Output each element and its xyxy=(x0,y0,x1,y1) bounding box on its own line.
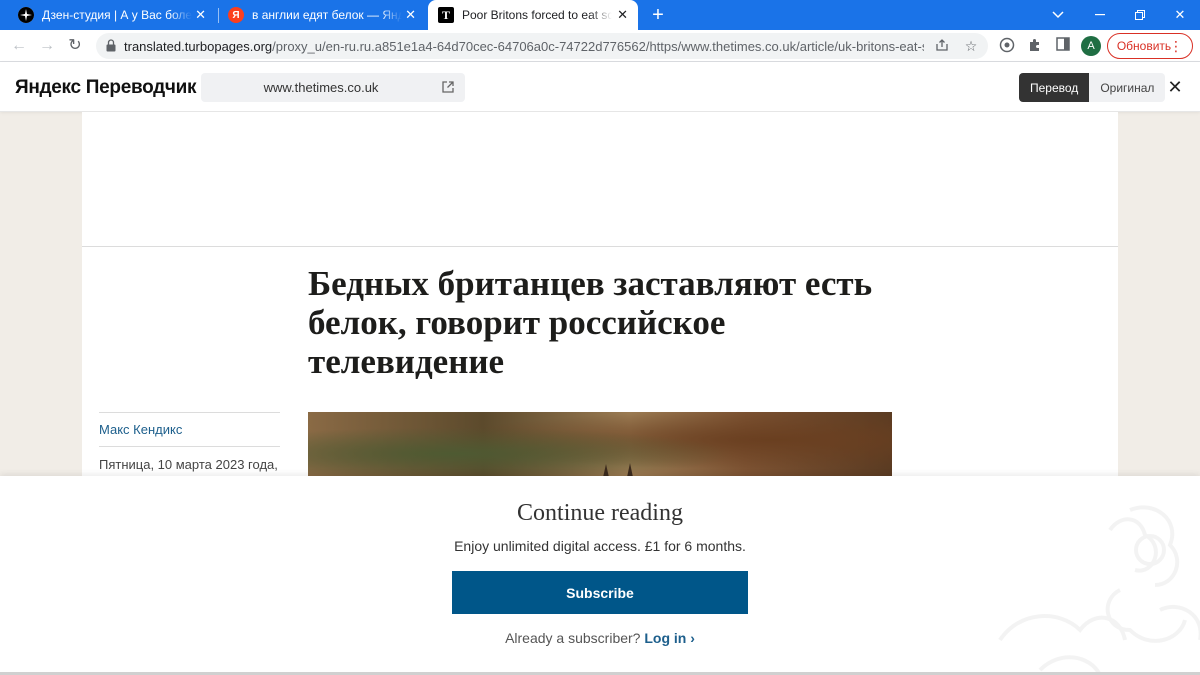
reload-icon[interactable]: ↻ xyxy=(65,36,85,56)
puzzle-extensions-icon[interactable] xyxy=(1026,37,1044,55)
back-arrow-icon[interactable]: ← xyxy=(9,36,29,56)
tab-search-chevron-icon[interactable] xyxy=(1036,0,1080,30)
zen-icon xyxy=(18,7,34,23)
close-icon[interactable]: ✕ xyxy=(195,8,206,21)
bookmark-star-icon[interactable]: ☆ xyxy=(963,38,979,54)
article-headline: Бедных британцев заставляют есть белок, … xyxy=(308,264,873,381)
tab-title: Poor Britons forced to eat squirre xyxy=(462,8,612,22)
ad-slot xyxy=(82,112,1118,247)
avatar[interactable]: A xyxy=(1081,36,1101,56)
already-subscriber-text: Already a subscriber? xyxy=(505,630,641,646)
article-photo xyxy=(308,412,892,482)
tab-title: в англии едят белок — Яндекс: xyxy=(252,8,402,22)
yandex-icon: Я xyxy=(228,7,244,23)
browser-toolbar: ← → ↻ translated.turbopages.org/proxy_u/… xyxy=(0,30,1200,62)
translation-mode-switch: Перевод Оригинал xyxy=(1019,73,1166,102)
translator-bar: Яндекс Переводчик www.thetimes.co.uk Пер… xyxy=(0,62,1200,112)
url-host: translated.turbopages.org xyxy=(124,39,273,54)
divider xyxy=(99,446,280,447)
minimize-icon[interactable] xyxy=(1078,0,1122,30)
address-bar[interactable]: translated.turbopages.org/proxy_u/en-ru.… xyxy=(96,33,988,59)
mode-translate-button[interactable]: Перевод xyxy=(1019,73,1090,102)
extension-icon[interactable] xyxy=(998,37,1016,55)
more-vertical-icon: ⋮ xyxy=(1169,38,1183,54)
url-path: /proxy_u/en-ru.ru.a851e1a4-64d70cec-6470… xyxy=(272,39,924,54)
translated-site-url: www.thetimes.co.uk xyxy=(263,80,379,95)
paywall-title: Continue reading xyxy=(517,500,683,526)
forward-arrow-icon[interactable]: → xyxy=(37,36,57,56)
login-label: Log in xyxy=(644,630,687,646)
translated-site-field[interactable]: www.thetimes.co.uk xyxy=(201,73,465,102)
url-text[interactable]: translated.turbopages.org/proxy_u/en-ru.… xyxy=(124,39,924,54)
lock-icon[interactable] xyxy=(106,39,116,52)
paywall-offer: Enjoy unlimited digital access. £1 for 6… xyxy=(454,538,746,554)
update-label: Обновить xyxy=(1116,39,1172,53)
tab-divider xyxy=(218,8,219,23)
tab-zen[interactable]: Дзен-студия | А у Вас болели зу ✕ xyxy=(10,0,216,30)
update-button[interactable]: Обновить ⋮ xyxy=(1107,33,1193,59)
times-icon: T xyxy=(438,7,454,23)
author-link[interactable]: Макс Кендикс xyxy=(99,422,182,437)
close-icon[interactable]: ✕ xyxy=(405,8,416,21)
new-tab-icon[interactable]: + xyxy=(648,5,668,25)
close-icon[interactable]: ✕ xyxy=(617,8,628,21)
login-link[interactable]: Log in › xyxy=(644,630,695,646)
share-icon[interactable] xyxy=(934,38,950,54)
open-external-icon[interactable] xyxy=(441,80,455,94)
subscribe-button[interactable]: Subscribe xyxy=(452,571,748,614)
divider xyxy=(99,412,280,413)
close-window-icon[interactable]: ✕ xyxy=(1158,0,1200,30)
tab-title: Дзен-студия | А у Вас болели зу xyxy=(42,8,192,22)
translator-logo[interactable]: Яндекс Переводчик xyxy=(15,77,197,99)
tab-yandex-search[interactable]: Я в англии едят белок — Яндекс: ✕ xyxy=(220,0,426,30)
chevron-right-icon: › xyxy=(690,630,695,646)
publish-date: Пятница, 10 марта 2023 года, xyxy=(99,457,278,472)
restore-icon[interactable] xyxy=(1118,0,1162,30)
side-panel-icon[interactable] xyxy=(1054,37,1072,55)
mode-original-button[interactable]: Оригинал xyxy=(1089,73,1166,102)
close-icon[interactable]: ✕ xyxy=(1166,78,1184,96)
tab-strip: Дзен-студия | А у Вас болели зу ✕ Я в ан… xyxy=(0,0,1200,30)
paywall-overlay: Continue reading Enjoy unlimited digital… xyxy=(0,476,1200,675)
login-prompt: Already a subscriber? Log in › xyxy=(0,630,1200,646)
tab-the-times[interactable]: T Poor Britons forced to eat squirre ✕ xyxy=(428,0,638,30)
